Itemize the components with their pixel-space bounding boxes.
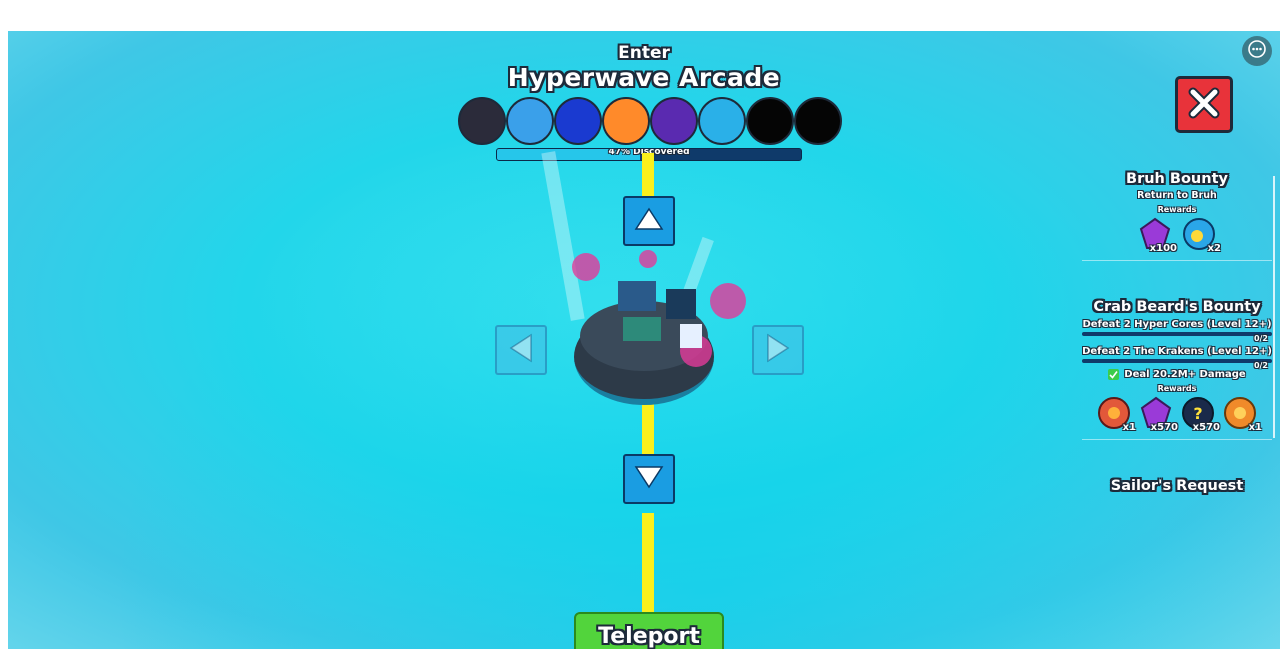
reward-amount: x100 [1149,243,1177,254]
orange-cat-pet-icon [602,97,650,145]
quest-title: Crab Beard's Bounty [1093,299,1261,315]
completed-task: Deal 20.2M+ Damage [1082,369,1272,380]
close-button[interactable] [1175,76,1233,133]
quest-crab-beards-bounty: Crab Beard's Bounty Defeat 2 Hyper Cores… [1082,299,1272,440]
enter-label: Enter [618,43,670,63]
reward-item[interactable]: x570 [1138,395,1178,433]
quest-bruh-bounty: Bruh Bounty Return to Bruh Rewards x100 … [1082,171,1272,261]
island-decorations [572,250,746,367]
blue-blob-pet-icon [506,97,554,145]
arrow-left-icon [509,333,533,367]
blue-ghost-pet-icon [554,97,602,145]
task-progress-bar [1082,332,1272,336]
teleport-button[interactable]: Teleport [574,612,724,649]
reward-item[interactable]: ? x570 [1180,395,1220,433]
arrow-right-icon [766,333,790,367]
nav-up-button[interactable] [623,196,675,246]
quest-task: Defeat 2 Hyper Cores (Level 12+) 0/2 [1082,319,1272,343]
task-progress-bar [1082,359,1272,363]
close-x-icon [1187,86,1221,124]
locked-pet-silhouette-icon [746,97,794,145]
path-track [642,513,654,613]
quest-scrollbar[interactable] [1273,176,1275,438]
checkmark-icon [1108,369,1120,380]
game-viewport: Enter Hyperwave Arcade 47% Discovered Te… [8,31,1280,649]
quest-sailors-request: Sailor's Request [1082,478,1272,494]
nav-left-button[interactable] [495,325,547,375]
rewards-label: Rewards [1157,205,1197,214]
reward-item[interactable]: x100 [1137,216,1177,254]
nav-down-button[interactable] [623,454,675,504]
locked-pet-silhouette-icon [794,97,842,145]
quest-title: Bruh Bounty [1126,171,1228,187]
quest-subtitle: Return to Bruh [1137,190,1217,201]
arrow-down-icon [634,465,664,493]
reward-item[interactable]: x2 [1181,216,1221,254]
path-track [642,153,654,199]
svg-text:?: ? [1193,404,1202,423]
zone-title: Hyperwave Arcade [507,63,781,92]
quest-panel: Bruh Bounty Return to Bruh Rewards x100 … [1082,171,1272,611]
quest-title: Sailor's Request [1110,478,1244,494]
reward-item[interactable]: x1 [1222,395,1262,433]
rainbow-orb-pet-icon [698,97,746,145]
quest-task: Defeat 2 The Krakens (Level 12+) 0/2 [1082,346,1272,370]
arrow-up-icon [634,207,664,235]
rewards-label: Rewards [1157,384,1197,393]
panda-pet-icon [458,97,506,145]
reward-item[interactable]: x1 [1096,395,1136,433]
nav-right-button[interactable] [752,325,804,375]
purple-dragon-pet-icon [650,97,698,145]
zone-pets-row [458,97,848,145]
reward-amount: x2 [1207,243,1221,254]
